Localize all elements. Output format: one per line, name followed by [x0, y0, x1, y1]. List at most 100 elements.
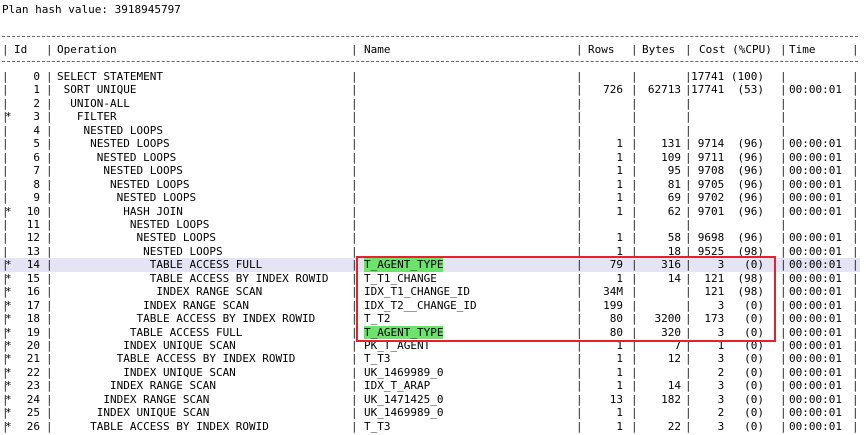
- table-row[interactable]: | 13 | NESTED LOOPS | | 1 | 18 | 9525 (98) | 00:00:…: [0, 245, 860, 258]
- row-name: T_T3: [364, 419, 391, 433]
- row-time: 00:00:01: [789, 258, 842, 272]
- column-separator: |: [46, 379, 53, 393]
- table-row[interactable]: | * 10 | HASH JOIN | | 1 | 62 | 9701 (96) | 00:00:01…: [0, 205, 860, 218]
- row-rows: 80: [609, 325, 623, 339]
- table-row[interactable]: | 1 | SORT UNIQUE | | 726 | 62713 | 17741 (53) | 00…: [0, 83, 860, 96]
- column-separator: |: [631, 298, 638, 312]
- row-id: 17: [26, 298, 40, 312]
- column-separator: |: [2, 83, 9, 97]
- table-row[interactable]: | * 20 | INDEX UNIQUE SCAN | PK_T_AGENT | 1 | 7 | 1…: [0, 339, 860, 352]
- table-row[interactable]: | 8 | NESTED LOOPS | | 1 | 81 | 9705 (96) | 00:00:0…: [0, 178, 860, 191]
- table-row[interactable]: | * 14 | TABLE ACCESS FULL | T_AGENT_TYPE | 79 |…: [0, 258, 860, 272]
- row-id: 4: [33, 123, 40, 137]
- table-row[interactable]: | * 22 | INDEX UNIQUE SCAN | UK_1469989_0 | 1 | |…: [0, 366, 860, 379]
- column-separator: |: [2, 191, 9, 205]
- table-row[interactable]: | * 19 | TABLE ACCESS FULL | T_AGENT_TYPE | 80 |…: [0, 325, 860, 339]
- row-rows: 1: [616, 137, 623, 151]
- table-row[interactable]: | * 17 | INDEX RANGE SCAN | IDX_T2__CHANGE_ID…: [0, 299, 860, 312]
- column-separator: |: [631, 110, 638, 124]
- table-row[interactable]: | 0 | SELECT STATEMENT | | | | 17741 (100) | |: [0, 70, 860, 83]
- row-name: T_T3: [364, 352, 391, 366]
- table-row[interactable]: | 4 | NESTED LOOPS | | | | | |: [0, 124, 860, 137]
- row-operation: INDEX RANGE SCAN: [57, 379, 216, 393]
- row-id: 10: [26, 204, 40, 218]
- column-separator: |: [685, 217, 692, 231]
- row-rows: 80: [609, 312, 623, 326]
- column-separator: |: [46, 217, 53, 231]
- column-separator: |: [852, 271, 859, 285]
- table-row[interactable]: | * 26 | TABLE ACCESS BY INDEX ROWID | T_T3 | 1…: [0, 420, 860, 433]
- row-bytes: 14: [667, 271, 681, 285]
- row-operation: FILTER: [57, 110, 117, 124]
- row-time: 00:00:01: [789, 191, 842, 205]
- row-operation: NESTED LOOPS: [57, 123, 163, 137]
- table-row[interactable]: | 7 | NESTED LOOPS | | 1 | 95 | 9708 (96) | 00:00:0…: [0, 164, 860, 177]
- row-id: 26: [26, 419, 40, 433]
- table-row[interactable]: | 5 | NESTED LOOPS | | 1 | 131 | 9714 (96) | 00:00:…: [0, 137, 860, 150]
- table-row[interactable]: | * 23 | INDEX RANGE SCAN | IDX_T_ARAP | 1 | 14 | 3…: [0, 379, 860, 392]
- row-id: 1: [33, 83, 40, 97]
- column-separator: |: [780, 70, 787, 83]
- column-separator: |: [351, 379, 358, 393]
- row-id: 18: [26, 312, 40, 326]
- column-separator: |: [576, 43, 583, 56]
- row-operation: NESTED LOOPS: [57, 150, 177, 164]
- row-rows: 1: [616, 177, 623, 191]
- row-name: T_AGENT_TYPE: [364, 258, 444, 272]
- table-row[interactable]: | * 24 | INDEX RANGE SCAN | UK_1471425_0 | 13 | 1…: [0, 393, 860, 406]
- column-separator: |: [46, 285, 53, 299]
- column-separator: |: [2, 96, 9, 110]
- table-row[interactable]: | 2 | UNION-ALL | | | | | |: [0, 97, 860, 110]
- column-separator: |: [46, 177, 53, 191]
- table-row[interactable]: | 11 | NESTED LOOPS | | | | | |: [0, 218, 860, 231]
- row-operation: TABLE ACCESS BY INDEX ROWID: [57, 271, 329, 285]
- column-separator: |: [852, 419, 859, 433]
- column-separator: |: [46, 83, 53, 97]
- row-cost: 3 (0): [717, 419, 764, 433]
- row-operation: TABLE ACCESS BY INDEX ROWID: [57, 419, 269, 433]
- plan-table-header: | Id | Operation | Name | Rows | Bytes |…: [0, 43, 860, 56]
- row-time: 00:00:01: [789, 379, 842, 393]
- column-separator: |: [46, 123, 53, 137]
- row-rows: 199: [603, 298, 623, 312]
- column-separator: |: [852, 70, 859, 83]
- row-time: 00:00:01: [789, 339, 842, 352]
- table-row[interactable]: | * 21 | TABLE ACCESS BY INDEX ROWID | T_T3 | 1…: [0, 352, 860, 365]
- table-row[interactable]: | 6 | NESTED LOOPS | | 1 | 109 | 9711 (96) | 00:00:…: [0, 151, 860, 164]
- row-bytes: 320: [661, 325, 681, 339]
- table-row[interactable]: | * 15 | TABLE ACCESS BY INDEX ROWID | T_T1_C…: [0, 272, 860, 285]
- column-separator: |: [631, 96, 638, 110]
- table-row[interactable]: | 12 | NESTED LOOPS | | 1 | 58 | 9698 (96) | 00:00:…: [0, 231, 860, 244]
- table-row[interactable]: | * 25 | INDEX UNIQUE SCAN | UK_1469989_0 | 1 | |…: [0, 406, 860, 419]
- table-row[interactable]: | * 18 | TABLE ACCESS BY INDEX ROWID | T_T2 | 8…: [0, 312, 860, 325]
- column-separator: |: [46, 406, 53, 420]
- column-separator: |: [852, 244, 859, 258]
- column-separator: |: [46, 339, 53, 352]
- column-separator: |: [780, 150, 787, 164]
- column-separator: |: [351, 419, 358, 433]
- column-separator: |: [852, 204, 859, 218]
- row-cost: 2 (0): [717, 365, 764, 379]
- column-separator: |: [852, 285, 859, 299]
- row-time: 00:00:01: [789, 244, 842, 258]
- column-separator: |: [631, 406, 638, 420]
- column-separator: |: [46, 392, 53, 406]
- column-separator: |: [2, 150, 9, 164]
- table-row[interactable]: | * 3 | FILTER | | | | | |: [0, 110, 860, 123]
- row-rows: 1: [616, 191, 623, 205]
- header-divider: [2, 61, 858, 62]
- row-time: 00:00:01: [789, 137, 842, 151]
- row-operation: SORT UNIQUE: [57, 83, 137, 97]
- column-separator: |: [780, 352, 787, 366]
- row-operation: TABLE ACCESS FULL: [57, 258, 263, 272]
- row-bytes: 3200: [654, 312, 682, 326]
- row-rows: 1: [616, 339, 623, 352]
- column-separator: |: [351, 43, 358, 56]
- column-separator: |: [2, 177, 9, 191]
- row-bytes: 182: [661, 392, 681, 406]
- table-row[interactable]: | * 16 | INDEX RANGE SCAN | IDX_T1_CHANGE_ID |…: [0, 285, 860, 298]
- table-row[interactable]: | 9 | NESTED LOOPS | | 1 | 69 | 9702 (96) | 00:00:0…: [0, 191, 860, 204]
- column-separator: |: [685, 43, 692, 56]
- column-separator: |: [351, 231, 358, 245]
- column-header-time: Time: [789, 43, 816, 56]
